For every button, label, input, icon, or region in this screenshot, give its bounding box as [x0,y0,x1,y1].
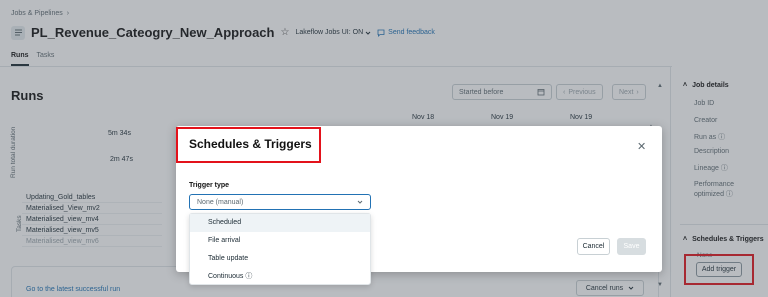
option-table-update[interactable]: Table update [190,250,370,268]
trigger-type-label: Trigger type [189,182,230,189]
option-continuous[interactable]: Continuous ⓘ [190,268,370,286]
close-icon[interactable]: ✕ [637,140,646,153]
chevron-down-icon [357,200,363,204]
option-scheduled[interactable]: Scheduled [190,214,370,232]
trigger-type-select[interactable]: None (manual) [189,194,371,210]
save-button[interactable]: Save [617,238,646,255]
cancel-button[interactable]: Cancel [577,238,610,255]
trigger-type-value: None (manual) [197,198,244,206]
option-file-arrival[interactable]: File arrival [190,232,370,250]
info-icon: ⓘ [245,273,253,280]
trigger-type-dropdown: Scheduled File arrival Table update Cont… [189,213,371,285]
highlight-box-modal-title [176,127,321,163]
